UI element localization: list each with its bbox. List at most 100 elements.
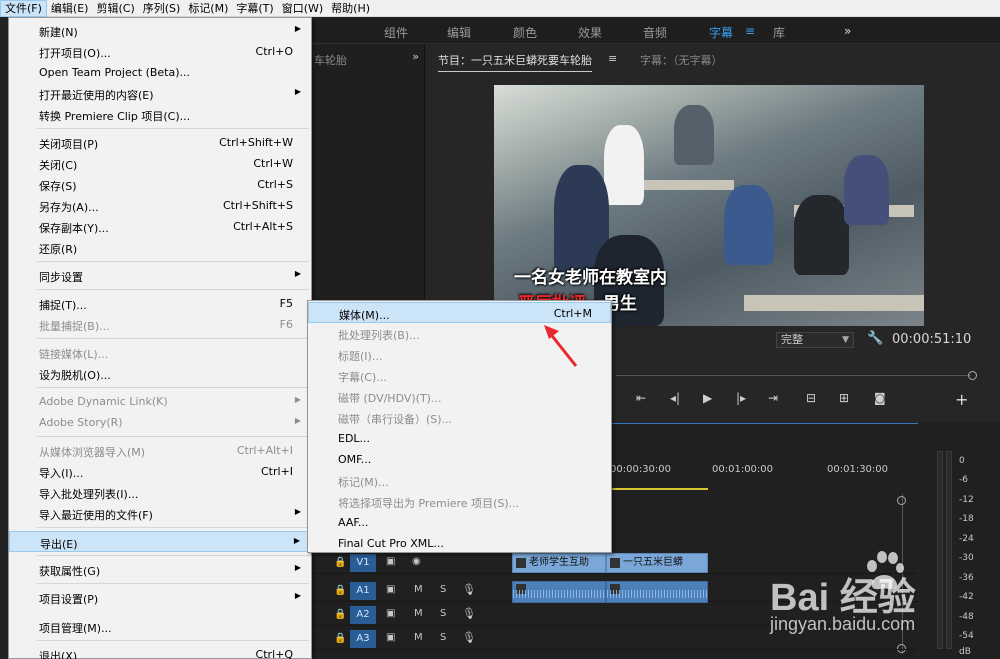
eye-icon[interactable]: ◉ [412, 556, 421, 567]
track-target-a1[interactable]: A1 [350, 582, 376, 600]
add-button-icon[interactable]: + [955, 390, 968, 409]
step-forward-icon[interactable]: |▸ [736, 391, 746, 405]
lock-icon[interactable]: 🔒 [334, 585, 346, 596]
lock-icon[interactable]: 🔒 [334, 557, 346, 568]
export-item-edl[interactable]: EDL... [308, 428, 611, 449]
workspace-more-icon[interactable]: » [844, 24, 851, 38]
menu-item-new[interactable]: 新建(N) ▶ [9, 20, 311, 41]
workspace-tab-color[interactable]: 颜色 [513, 24, 537, 41]
tab-captions[interactable]: 字幕：（无字幕） [640, 52, 723, 68]
menu-marker[interactable]: 标记(M) [184, 0, 232, 17]
menu-item-export[interactable]: 导出(E) ▶ [9, 531, 311, 552]
audio-clip[interactable] [512, 581, 606, 603]
export-item-fcp-xml[interactable]: Final Cut Pro XML... [308, 533, 611, 554]
panel-more-icon[interactable]: » [412, 50, 419, 63]
workspace-tab-editing[interactable]: 编辑 [447, 24, 471, 41]
menu-item-adobe-story[interactable]: Adobe Story(R) ▶ [9, 412, 311, 433]
menu-item-sync-settings[interactable]: 同步设置 ▶ [9, 265, 311, 286]
export-item-markers[interactable]: 标记(M)... [308, 470, 611, 491]
menu-item-batch-capture[interactable]: 批量捕捉(B)... F6 [9, 314, 311, 335]
menu-item-get-properties[interactable]: 获取属性(G) ▶ [9, 559, 311, 580]
db-label: dB [959, 647, 971, 657]
mute-button[interactable]: M [414, 608, 423, 619]
menu-item-exit[interactable]: 退出(X) Ctrl+Q [9, 644, 311, 659]
menu-item-open-project[interactable]: 打开项目(O)... Ctrl+O [9, 41, 311, 62]
go-to-in-icon[interactable]: ⇤ [636, 391, 646, 405]
solo-button[interactable]: S [440, 608, 446, 619]
menu-item-open-recent[interactable]: 打开最近使用的内容(E) ▶ [9, 83, 311, 104]
menu-help[interactable]: 帮助(H) [327, 0, 374, 17]
workspace-tab-audio[interactable]: 音频 [643, 24, 667, 41]
workspace-menu-icon[interactable]: ≡ [745, 24, 755, 38]
microphone-icon[interactable]: 🎙 [462, 583, 476, 596]
menu-item-open-team-project[interactable]: Open Team Project (Beta)... [9, 62, 311, 83]
play-icon[interactable]: ▶ [703, 391, 712, 405]
menu-item-save[interactable]: 保存(S) Ctrl+S [9, 174, 311, 195]
track-target-a3[interactable]: A3 [350, 630, 376, 648]
menu-edit[interactable]: 编辑(E) [47, 0, 93, 17]
microphone-icon[interactable]: 🎙 [462, 607, 476, 620]
menu-title[interactable]: 字幕(T) [232, 0, 277, 17]
menu-item-import-from-browser[interactable]: 从媒体浏览器导入(M) Ctrl+Alt+I [9, 440, 311, 461]
track-target-v1[interactable]: V1 [350, 554, 376, 572]
menu-item-close-project[interactable]: 关闭项目(P) Ctrl+Shift+W [9, 132, 311, 153]
menu-item-capture[interactable]: 捕捉(T)... F5 [9, 293, 311, 314]
lock-icon[interactable]: 🔒 [334, 609, 346, 620]
mute-button[interactable]: M [414, 632, 423, 643]
film-icon[interactable]: ▣ [386, 556, 395, 567]
menu-window[interactable]: 窗口(W) [278, 0, 327, 17]
export-item-tape-serial[interactable]: 磁带（串行设备）(S)... [308, 407, 611, 428]
menu-item-save-as[interactable]: 另存为(A)... Ctrl+Shift+S [9, 195, 311, 216]
video-clip[interactable]: 老师学生互助 [512, 553, 606, 573]
export-item-aaf[interactable]: AAF... [308, 512, 611, 533]
menu-item-close[interactable]: 关闭(C) Ctrl+W [9, 153, 311, 174]
export-item-omf[interactable]: OMF... [308, 449, 611, 470]
menu-item-project-manager[interactable]: 项目管理(M)... [9, 616, 311, 637]
sync-lock-icon[interactable]: ▣ [386, 608, 395, 619]
menu-item-import-recent[interactable]: 导入最近使用的文件(F) ▶ [9, 503, 311, 524]
wrench-icon[interactable]: 🔧 [867, 331, 883, 346]
mute-button[interactable]: M [414, 584, 423, 595]
workspace-tab-captions[interactable]: 字幕 [709, 24, 733, 41]
export-item-premiere-project[interactable]: 将选择项导出为 Premiere 项目(S)... [308, 491, 611, 512]
track-target-a2[interactable]: A2 [350, 606, 376, 624]
menu-item-import-batch-list[interactable]: 导入批处理列表(I)... [9, 482, 311, 503]
menu-file[interactable]: 文件(F) [0, 0, 47, 17]
microphone-icon[interactable]: 🎙 [462, 631, 476, 644]
menu-item-project-settings[interactable]: 项目设置(P) ▶ [9, 587, 311, 608]
sync-lock-icon[interactable]: ▣ [386, 632, 395, 643]
menu-item-save-copy[interactable]: 保存副本(Y)... Ctrl+Alt+S [9, 216, 311, 237]
menu-item-make-offline[interactable]: 设为脱机(O)... [9, 363, 311, 384]
workspace-tab-assembly[interactable]: 组件 [384, 24, 408, 41]
panel-menu-icon[interactable]: ≡ [608, 52, 617, 65]
scroll-handle[interactable] [897, 496, 906, 505]
video-clip[interactable]: 一只五米巨蟒 [606, 553, 708, 573]
menu-item-convert-clip[interactable]: 转换 Premiere Clip 项目(C)... [9, 104, 311, 125]
scrub-bar[interactable] [616, 375, 971, 376]
sync-lock-icon[interactable]: ▣ [386, 584, 395, 595]
playback-quality-select[interactable]: 完整 ▼ [776, 332, 854, 348]
workspace-tab-effects[interactable]: 效果 [578, 24, 602, 41]
menu-clip[interactable]: 剪辑(C) [92, 0, 138, 17]
menu-item-import[interactable]: 导入(I)... Ctrl+I [9, 461, 311, 482]
playhead-timecode[interactable]: 00:00:51:10 [892, 332, 971, 347]
extract-icon[interactable]: ⊞ [839, 391, 849, 405]
work-area-bar[interactable] [608, 488, 708, 490]
camera-icon[interactable]: ◙ [874, 391, 886, 405]
workspace-tab-libraries[interactable]: 库 [773, 24, 785, 41]
export-item-media[interactable]: 媒体(M)... Ctrl+M [308, 302, 611, 323]
menu-sequence[interactable]: 序列(S) [139, 0, 185, 17]
audio-clip[interactable] [606, 581, 708, 603]
solo-button[interactable]: S [440, 632, 446, 643]
menu-item-dynamic-link[interactable]: Adobe Dynamic Link(K) ▶ [9, 391, 311, 412]
solo-button[interactable]: S [440, 584, 446, 595]
lock-icon[interactable]: 🔒 [334, 633, 346, 644]
go-to-out-icon[interactable]: ⇥ [768, 391, 778, 405]
lift-icon[interactable]: ⊟ [806, 391, 816, 405]
tab-program-monitor[interactable]: 节目：一只五米巨蟒死要车轮胎 [438, 52, 592, 72]
step-back-icon[interactable]: ◂| [670, 391, 680, 405]
menu-item-link-media[interactable]: 链接媒体(L)... [9, 342, 311, 363]
export-item-tape-dv[interactable]: 磁带 (DV/HDV)(T)... [308, 386, 611, 407]
menu-item-revert[interactable]: 还原(R) [9, 237, 311, 258]
scrub-handle[interactable] [968, 371, 977, 380]
